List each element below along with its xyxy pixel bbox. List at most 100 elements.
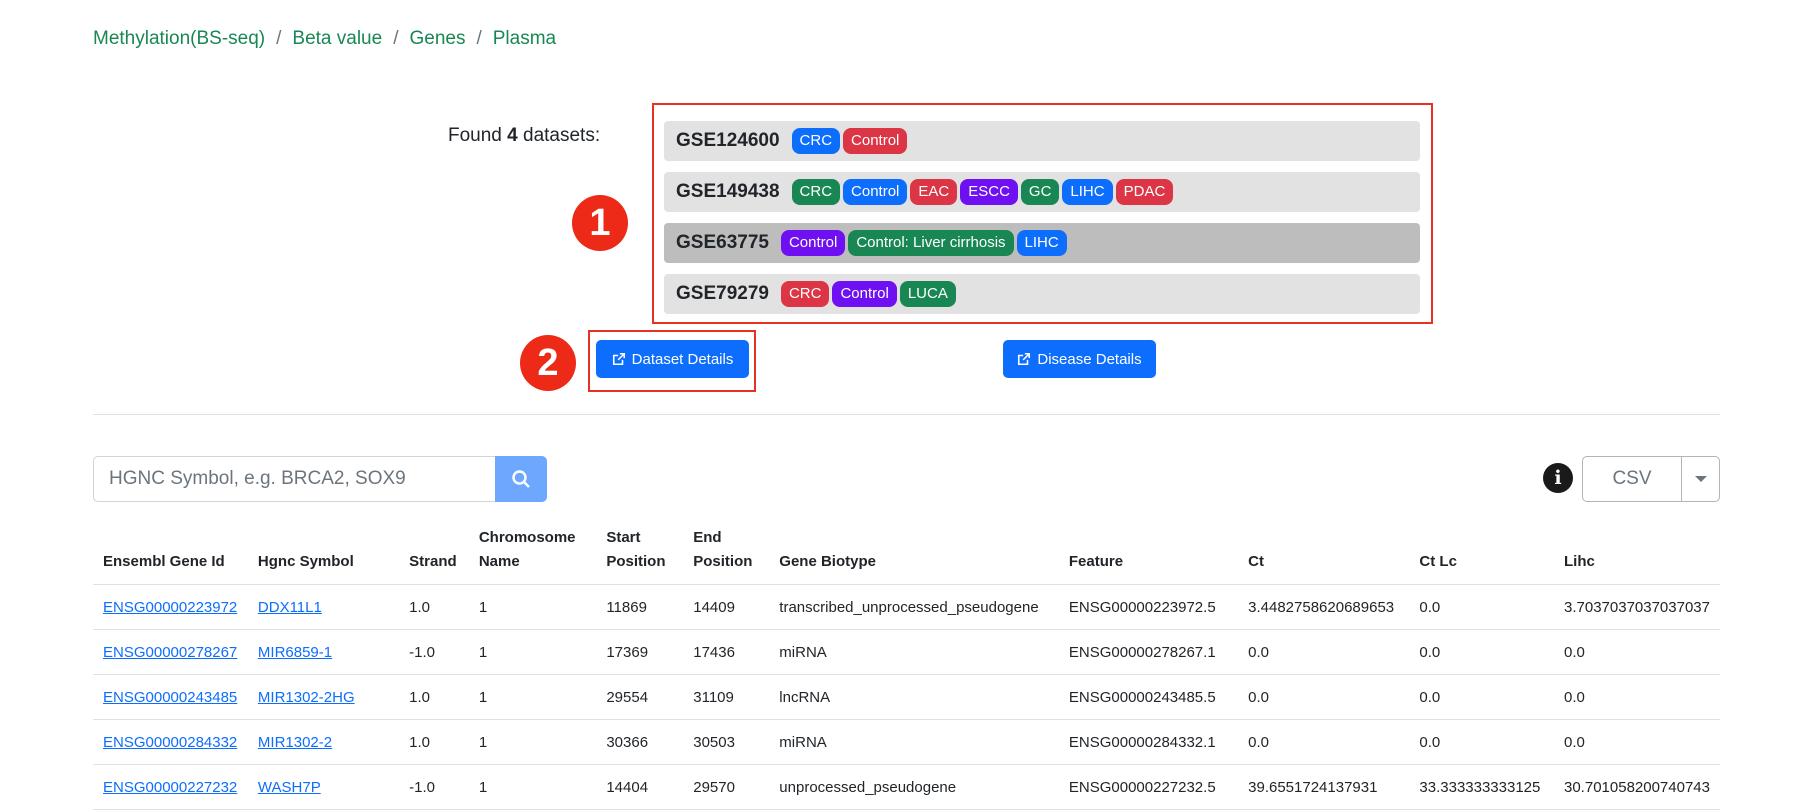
breadcrumb-genes[interactable]: Genes bbox=[409, 28, 465, 50]
column-header[interactable]: Start Position bbox=[596, 520, 684, 585]
table-cell: ENSG00000278267.1 bbox=[1058, 629, 1239, 675]
table-cell: 1.0 bbox=[399, 719, 469, 765]
disease-badge: LIHC bbox=[1016, 230, 1067, 256]
table-cell: 33.333333333125 bbox=[1409, 764, 1554, 810]
info-icon[interactable]: i bbox=[1543, 463, 1573, 493]
column-header[interactable]: Lihc bbox=[1554, 520, 1720, 585]
column-header[interactable]: Hgnc Symbol bbox=[247, 520, 400, 585]
breadcrumb-beta-value[interactable]: Beta value bbox=[292, 28, 382, 50]
ensembl-id-link[interactable]: ENSG00000243485 bbox=[103, 689, 237, 706]
export-dropdown-toggle[interactable] bbox=[1682, 457, 1719, 501]
table-cell: ENSG00000227232.5 bbox=[1058, 764, 1239, 810]
column-header[interactable]: Ct Lc bbox=[1409, 520, 1554, 585]
ensembl-id-link[interactable]: ENSG00000284332 bbox=[103, 734, 237, 751]
table-row: ENSG00000227232 WASH7P -1.0 1 14404 2957… bbox=[93, 764, 1720, 810]
table-cell: 11869 bbox=[596, 584, 684, 630]
column-header[interactable]: Gene Biotype bbox=[769, 520, 1059, 585]
table-cell: miRNA bbox=[769, 719, 1059, 765]
found-prefix: Found bbox=[448, 125, 508, 146]
table-cell: 30366 bbox=[596, 719, 684, 765]
disease-badge: ESCC bbox=[960, 179, 1018, 205]
hgnc-symbol-link[interactable]: MIR1302-2 bbox=[258, 734, 332, 751]
table-cell: lncRNA bbox=[769, 674, 1059, 720]
table-row: ENSG00000223972 DDX11L1 1.0 1 11869 1440… bbox=[93, 584, 1720, 630]
breadcrumb-separator: / bbox=[476, 28, 482, 49]
external-link-icon bbox=[612, 352, 625, 366]
table-cell: -1.0 bbox=[399, 629, 469, 675]
hgnc-symbol-link[interactable]: DDX11L1 bbox=[258, 599, 322, 616]
table-cell: 0.0 bbox=[1238, 629, 1410, 675]
column-header[interactable]: End Position bbox=[683, 520, 770, 585]
ensembl-id-link[interactable]: ENSG00000227232 bbox=[103, 779, 237, 796]
column-header[interactable]: Ensembl Gene Id bbox=[93, 520, 248, 585]
hgnc-symbol-link[interactable]: MIR6859-1 bbox=[258, 644, 332, 661]
table-cell: ENSG00000243485.5 bbox=[1058, 674, 1239, 720]
breadcrumb-methylation[interactable]: Methylation(BS-seq) bbox=[93, 28, 265, 50]
table-row: ENSG00000284332 MIR1302-2 1.0 1 30366 30… bbox=[93, 719, 1720, 765]
external-link-icon bbox=[1018, 352, 1031, 366]
dataset-details-button[interactable]: Dataset Details bbox=[596, 340, 749, 378]
disease-details-label: Disease Details bbox=[1037, 350, 1142, 368]
table-cell: 14404 bbox=[596, 764, 684, 810]
annotation-marker-2: 2 bbox=[520, 335, 576, 391]
table-header-row: Ensembl Gene Id Hgnc Symbol Strand Chrom… bbox=[93, 520, 1720, 585]
disease-badge: PDAC bbox=[1115, 179, 1174, 205]
dataset-details-label: Dataset Details bbox=[631, 350, 734, 368]
table-cell: ENSG00000284332.1 bbox=[1058, 719, 1239, 765]
gene-search-input[interactable] bbox=[93, 456, 495, 502]
table-cell: 0.0 bbox=[1238, 674, 1410, 720]
found-datasets-label: Found 4 datasets: bbox=[448, 125, 600, 147]
table-cell: 14409 bbox=[683, 584, 770, 630]
column-header[interactable]: Ct bbox=[1238, 520, 1410, 585]
annotation-marker-1: 1 bbox=[572, 195, 628, 251]
column-header[interactable]: Strand bbox=[399, 520, 469, 585]
table-cell: ENSG00000223972.5 bbox=[1058, 584, 1239, 630]
dataset-row[interactable]: GSE149438 CRC Control EAC ESCC GC LIHC P… bbox=[664, 172, 1420, 212]
table-cell: 1 bbox=[468, 629, 597, 675]
disease-badge: GC bbox=[1020, 179, 1060, 205]
table-cell: 0.0 bbox=[1409, 674, 1554, 720]
search-button[interactable] bbox=[495, 456, 547, 502]
table-cell: 0.0 bbox=[1554, 674, 1720, 720]
table-cell: -1.0 bbox=[399, 764, 469, 810]
disease-details-button[interactable]: Disease Details bbox=[1003, 340, 1156, 378]
breadcrumb-separator: / bbox=[276, 28, 282, 49]
column-header[interactable]: Chromosome Name bbox=[468, 520, 597, 585]
dataset-row[interactable]: GSE79279 CRC Control LUCA bbox=[664, 274, 1420, 314]
table-cell: 29570 bbox=[683, 764, 770, 810]
column-header[interactable]: Feature bbox=[1058, 520, 1239, 585]
disease-badge: Control bbox=[780, 230, 846, 256]
disease-badge: Control bbox=[832, 281, 897, 307]
ensembl-id-link[interactable]: ENSG00000223972 bbox=[103, 599, 237, 616]
table-cell: 3.4482758620689653 bbox=[1238, 584, 1410, 630]
table-cell: 0.0 bbox=[1409, 629, 1554, 675]
disease-badge: Control: Liver cirrhosis bbox=[848, 230, 1014, 256]
hgnc-symbol-link[interactable]: WASH7P bbox=[258, 779, 321, 796]
disease-badge: EAC bbox=[910, 179, 958, 205]
disease-badge: LUCA bbox=[899, 281, 956, 307]
dataset-name: GSE124600 bbox=[676, 130, 780, 151]
export-csv-button[interactable]: CSV bbox=[1583, 457, 1682, 501]
table-cell: 1.0 bbox=[399, 674, 469, 720]
table-cell: 0.0 bbox=[1238, 719, 1410, 765]
table-cell: 0.0 bbox=[1409, 719, 1554, 765]
table-cell: 17436 bbox=[683, 629, 770, 675]
table-cell: unprocessed_pseudogene bbox=[769, 764, 1059, 810]
chevron-down-icon bbox=[1694, 476, 1707, 482]
dataset-row[interactable]: GSE124600 CRC Control bbox=[664, 121, 1420, 161]
table-cell: 31109 bbox=[683, 674, 770, 720]
disease-badge: LIHC bbox=[1062, 179, 1113, 205]
dataset-name: GSE63775 bbox=[676, 232, 769, 253]
ensembl-id-link[interactable]: ENSG00000278267 bbox=[103, 644, 237, 661]
found-count: 4 bbox=[507, 125, 518, 146]
table-cell: 1 bbox=[468, 719, 597, 765]
hgnc-symbol-link[interactable]: MIR1302-2HG bbox=[258, 689, 355, 706]
dataset-row[interactable]: GSE63775 Control Control: Liver cirrhosi… bbox=[664, 223, 1420, 263]
dataset-name: GSE79279 bbox=[676, 283, 769, 304]
table-cell: miRNA bbox=[769, 629, 1059, 675]
table-cell: 1 bbox=[468, 764, 597, 810]
table-cell: 17369 bbox=[596, 629, 684, 675]
breadcrumb-plasma[interactable]: Plasma bbox=[493, 28, 556, 50]
breadcrumb: Methylation(BS-seq) / Beta value / Genes… bbox=[93, 28, 556, 50]
table-cell: 0.0 bbox=[1554, 719, 1720, 765]
